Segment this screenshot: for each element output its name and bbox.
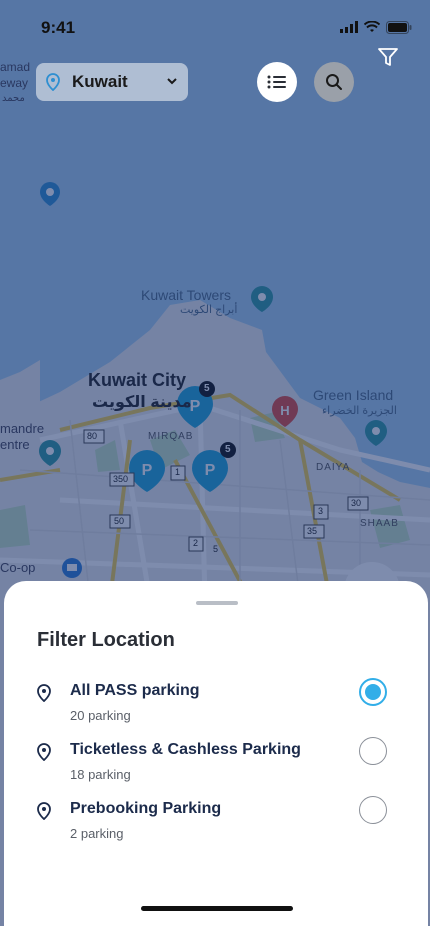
status-time: 9:41 xyxy=(41,18,76,37)
map-label-kuwait-towers: Kuwait Towers xyxy=(141,287,232,303)
filter-option-label: Ticketless & Cashless Parking xyxy=(70,741,301,758)
svg-text:P: P xyxy=(142,462,153,479)
map-label-green-island: Green Island xyxy=(313,387,394,403)
poi-shopping-icon[interactable] xyxy=(62,558,82,578)
road-shield: 80 xyxy=(87,431,98,441)
map-label-kuwait-city-ar: مدينة الكويت xyxy=(92,394,192,411)
chevron-down-icon xyxy=(167,78,177,85)
road-shield: 50 xyxy=(114,516,125,526)
radio-unselected[interactable] xyxy=(359,796,387,824)
map-label-edge-3: mandre xyxy=(0,421,45,436)
road-shield: 30 xyxy=(351,498,362,508)
map-label-edge-5: Co-op xyxy=(0,560,36,575)
road-shield: 3 xyxy=(318,506,324,516)
radio-unselected[interactable] xyxy=(359,737,387,765)
home-indicator xyxy=(141,906,293,911)
map-label-mirqab: MIRQAB xyxy=(148,431,194,442)
map-label-kuwait-city: Kuwait City xyxy=(88,370,187,390)
map-label-edge-2: eway xyxy=(0,76,29,90)
location-pin-icon xyxy=(37,684,51,702)
map-label-edge-4: entre xyxy=(0,437,30,452)
battery-icon xyxy=(386,20,412,34)
filter-icon xyxy=(378,48,398,66)
list-view-button[interactable] xyxy=(257,62,297,102)
cluster-count: 5 xyxy=(225,444,231,455)
location-pin-icon xyxy=(37,802,51,820)
filter-location-sheet: Filter Location All PASS parking 20 park… xyxy=(4,581,428,926)
list-icon xyxy=(267,75,286,89)
radio-selected[interactable] xyxy=(359,678,387,706)
filter-option-ticketless[interactable]: Ticketless & Cashless Parking 18 parking xyxy=(4,737,428,791)
road-shield: 35 xyxy=(307,526,318,536)
country-selector[interactable]: Kuwait xyxy=(36,63,188,101)
filter-option-prebooking[interactable]: Prebooking Parking 2 parking xyxy=(4,796,428,850)
filter-option-label: Prebooking Parking xyxy=(70,800,222,817)
svg-text:H: H xyxy=(280,403,289,418)
map-label-edge-1: amad xyxy=(0,60,31,74)
filter-option-count: 18 parking xyxy=(70,767,131,782)
map-label-daiya: DAIYA xyxy=(316,462,351,473)
filter-option-count: 2 parking xyxy=(70,826,124,841)
location-pin-icon xyxy=(37,743,51,761)
road-shield: 5 xyxy=(213,544,219,554)
road-shield: 1 xyxy=(175,467,181,477)
road-shield: 350 xyxy=(113,474,129,484)
filter-option-all-pass[interactable]: All PASS parking 20 parking xyxy=(4,678,428,732)
status-icons xyxy=(340,20,412,34)
filter-button[interactable] xyxy=(377,46,399,68)
screen: H P P P Kuwait Towers أبراج الكويت Kuwai… xyxy=(0,0,430,926)
sheet-title: Filter Location xyxy=(37,629,175,651)
map-label-shaab: SHAAB xyxy=(360,518,399,529)
map-label-edge-ar: محمد xyxy=(2,93,25,104)
map-label-green-island-ar: الجزيرة الخضراء xyxy=(322,405,397,417)
wifi-icon xyxy=(364,21,380,32)
search-button[interactable] xyxy=(314,62,354,102)
search-icon xyxy=(326,74,342,90)
sheet-drag-handle[interactable] xyxy=(196,601,238,605)
svg-text:P: P xyxy=(205,462,216,479)
country-selector-value: Kuwait xyxy=(72,72,128,91)
location-pin-icon xyxy=(46,73,60,91)
map-label-kuwait-towers-ar: أبراج الكويت xyxy=(180,304,238,316)
filter-option-label: All PASS parking xyxy=(70,682,200,699)
road-shield: 2 xyxy=(193,538,199,548)
signal-icon xyxy=(340,21,358,33)
filter-option-count: 20 parking xyxy=(70,708,131,723)
cluster-count: 5 xyxy=(204,383,210,394)
